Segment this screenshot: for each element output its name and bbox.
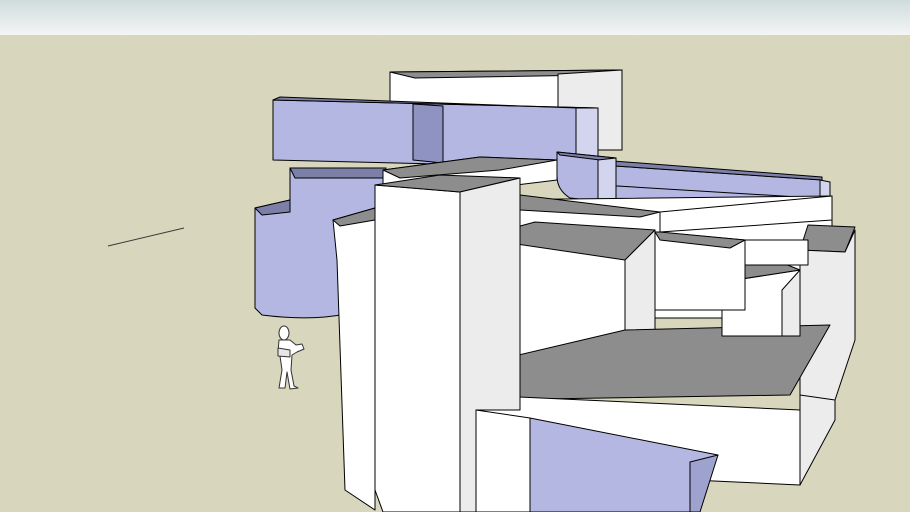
upper-glass-block[interactable] [272,96,599,169]
podium-front-piece[interactable] [475,409,531,512]
cylinder-element[interactable] [556,151,617,204]
sketchup-viewport[interactable] [0,0,910,512]
sky [0,0,910,35]
